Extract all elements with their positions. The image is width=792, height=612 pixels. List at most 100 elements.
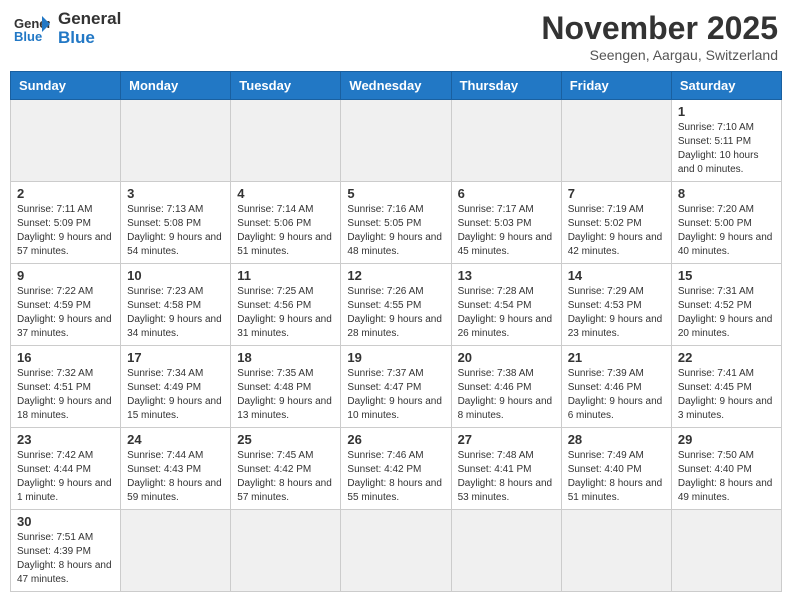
day-number: 15 <box>678 268 775 283</box>
day-number: 14 <box>568 268 665 283</box>
calendar-cell: 13Sunrise: 7:28 AM Sunset: 4:54 PM Dayli… <box>451 264 561 346</box>
day-info: Sunrise: 7:20 AM Sunset: 5:00 PM Dayligh… <box>678 203 775 259</box>
day-number: 18 <box>237 350 334 365</box>
day-number: 7 <box>568 186 665 201</box>
day-info: Sunrise: 7:19 AM Sunset: 5:02 PM Dayligh… <box>568 203 665 259</box>
calendar-cell: 9 Sunrise: 7:22 AM Sunset: 4:59 PM Daylig… <box>11 264 121 346</box>
calendar-cell: 18 Sunrise: 7:35 AM Sunset: 4:48 PM Dayli… <box>231 346 341 428</box>
calendar-cell: 6 Sunrise: 7:17 AM Sunset: 5:03 PM Daylig… <box>451 182 561 264</box>
location-title: Seengen, Aargau, Switzerland <box>541 47 778 63</box>
day-header-saturday: Saturday <box>671 72 781 100</box>
svg-text:Blue: Blue <box>14 29 42 44</box>
calendar-cell: 7 Sunrise: 7:19 AM Sunset: 5:02 PM Daylig… <box>561 182 671 264</box>
week-row-0: 1 Sunrise: 7:10 AM Sunset: 5:11 PM Daylig… <box>11 100 782 182</box>
logo-general: General <box>58 10 121 29</box>
day-info: Sunrise: 7:25 AM Sunset: 4:56 PM Dayligh… <box>237 285 334 341</box>
day-number: 11 <box>237 268 334 283</box>
day-header-thursday: Thursday <box>451 72 561 100</box>
calendar-cell <box>671 510 781 592</box>
day-number: 2 <box>17 186 114 201</box>
day-number: 17 <box>127 350 224 365</box>
calendar-cell: 4 Sunrise: 7:14 AM Sunset: 5:06 PM Daylig… <box>231 182 341 264</box>
days-header-row: SundayMondayTuesdayWednesdayThursdayFrid… <box>11 72 782 100</box>
day-info: Sunrise: 7:50 AM Sunset: 4:40 PM Dayligh… <box>678 449 775 505</box>
calendar-cell: 15Sunrise: 7:31 AM Sunset: 4:52 PM Dayli… <box>671 264 781 346</box>
day-info: Sunrise: 7:32 AM Sunset: 4:51 PM Dayligh… <box>17 367 114 423</box>
calendar-cell: 29Sunrise: 7:50 AM Sunset: 4:40 PM Dayli… <box>671 428 781 510</box>
calendar-cell: 21Sunrise: 7:39 AM Sunset: 4:46 PM Dayli… <box>561 346 671 428</box>
calendar-cell: 25 Sunrise: 7:45 AM Sunset: 4:42 PM Dayli… <box>231 428 341 510</box>
day-info: Sunrise: 7:39 AM Sunset: 4:46 PM Dayligh… <box>568 367 665 423</box>
day-info: Sunrise: 7:37 AM Sunset: 4:47 PM Dayligh… <box>347 367 444 423</box>
calendar-cell: 12 Sunrise: 7:26 AM Sunset: 4:55 PM Dayli… <box>341 264 451 346</box>
day-number: 28 <box>568 432 665 447</box>
day-info: Sunrise: 7:35 AM Sunset: 4:48 PM Dayligh… <box>237 367 334 423</box>
day-number: 1 <box>678 104 775 119</box>
title-area: November 2025 Seengen, Aargau, Switzerla… <box>541 10 778 63</box>
day-number: 25 <box>237 432 334 447</box>
day-info: Sunrise: 7:45 AM Sunset: 4:42 PM Dayligh… <box>237 449 334 505</box>
calendar-cell <box>341 510 451 592</box>
day-number: 12 <box>347 268 444 283</box>
day-header-friday: Friday <box>561 72 671 100</box>
calendar-cell: 2 Sunrise: 7:11 AM Sunset: 5:09 PM Daylig… <box>11 182 121 264</box>
calendar-cell: 26Sunrise: 7:46 AM Sunset: 4:42 PM Dayli… <box>341 428 451 510</box>
day-number: 6 <box>458 186 555 201</box>
day-header-sunday: Sunday <box>11 72 121 100</box>
day-info: Sunrise: 7:16 AM Sunset: 5:05 PM Dayligh… <box>347 203 444 259</box>
day-info: Sunrise: 7:38 AM Sunset: 4:46 PM Dayligh… <box>458 367 555 423</box>
day-number: 23 <box>17 432 114 447</box>
day-number: 20 <box>458 350 555 365</box>
calendar-cell: 24Sunrise: 7:44 AM Sunset: 4:43 PM Dayli… <box>121 428 231 510</box>
day-number: 8 <box>678 186 775 201</box>
day-info: Sunrise: 7:23 AM Sunset: 4:58 PM Dayligh… <box>127 285 224 341</box>
calendar-cell: 20 Sunrise: 7:38 AM Sunset: 4:46 PM Dayli… <box>451 346 561 428</box>
month-title: November 2025 <box>541 10 778 47</box>
day-number: 16 <box>17 350 114 365</box>
day-info: Sunrise: 7:14 AM Sunset: 5:06 PM Dayligh… <box>237 203 334 259</box>
calendar-cell <box>121 100 231 182</box>
calendar-cell: 1 Sunrise: 7:10 AM Sunset: 5:11 PM Daylig… <box>671 100 781 182</box>
day-number: 22 <box>678 350 775 365</box>
calendar-cell: 27Sunrise: 7:48 AM Sunset: 4:41 PM Dayli… <box>451 428 561 510</box>
day-info: Sunrise: 7:42 AM Sunset: 4:44 PM Dayligh… <box>17 449 114 505</box>
calendar-cell: 10Sunrise: 7:23 AM Sunset: 4:58 PM Dayli… <box>121 264 231 346</box>
day-info: Sunrise: 7:49 AM Sunset: 4:40 PM Dayligh… <box>568 449 665 505</box>
week-row-3: 16 Sunrise: 7:32 AM Sunset: 4:51 PM Dayli… <box>11 346 782 428</box>
day-info: Sunrise: 7:44 AM Sunset: 4:43 PM Dayligh… <box>127 449 224 505</box>
day-number: 27 <box>458 432 555 447</box>
day-info: Sunrise: 7:17 AM Sunset: 5:03 PM Dayligh… <box>458 203 555 259</box>
day-info: Sunrise: 7:13 AM Sunset: 5:08 PM Dayligh… <box>127 203 224 259</box>
calendar-cell <box>231 100 341 182</box>
day-info: Sunrise: 7:10 AM Sunset: 5:11 PM Dayligh… <box>678 121 775 177</box>
calendar-cell: 5 Sunrise: 7:16 AM Sunset: 5:05 PM Daylig… <box>341 182 451 264</box>
logo-icon: General Blue <box>14 14 50 44</box>
calendar-cell <box>231 510 341 592</box>
calendar-cell <box>11 100 121 182</box>
calendar-cell: 14 Sunrise: 7:29 AM Sunset: 4:53 PM Dayli… <box>561 264 671 346</box>
calendar-cell: 8 Sunrise: 7:20 AM Sunset: 5:00 PM Daylig… <box>671 182 781 264</box>
calendar-cell: 22Sunrise: 7:41 AM Sunset: 4:45 PM Dayli… <box>671 346 781 428</box>
day-number: 9 <box>17 268 114 283</box>
calendar-cell: 19Sunrise: 7:37 AM Sunset: 4:47 PM Dayli… <box>341 346 451 428</box>
day-info: Sunrise: 7:26 AM Sunset: 4:55 PM Dayligh… <box>347 285 444 341</box>
calendar-cell <box>561 510 671 592</box>
calendar-cell <box>451 510 561 592</box>
calendar-cell <box>451 100 561 182</box>
day-header-wednesday: Wednesday <box>341 72 451 100</box>
calendar-cell: 11 Sunrise: 7:25 AM Sunset: 4:56 PM Dayli… <box>231 264 341 346</box>
calendar-cell: 3Sunrise: 7:13 AM Sunset: 5:08 PM Daylig… <box>121 182 231 264</box>
calendar-cell: 23 Sunrise: 7:42 AM Sunset: 4:44 PM Dayli… <box>11 428 121 510</box>
logo: General Blue General Blue <box>14 10 121 47</box>
calendar-cell: 30Sunrise: 7:51 AM Sunset: 4:39 PM Dayli… <box>11 510 121 592</box>
day-number: 5 <box>347 186 444 201</box>
day-info: Sunrise: 7:29 AM Sunset: 4:53 PM Dayligh… <box>568 285 665 341</box>
calendar-cell <box>561 100 671 182</box>
day-info: Sunrise: 7:11 AM Sunset: 5:09 PM Dayligh… <box>17 203 114 259</box>
day-number: 13 <box>458 268 555 283</box>
day-info: Sunrise: 7:22 AM Sunset: 4:59 PM Dayligh… <box>17 285 114 341</box>
day-header-tuesday: Tuesday <box>231 72 341 100</box>
day-info: Sunrise: 7:46 AM Sunset: 4:42 PM Dayligh… <box>347 449 444 505</box>
day-info: Sunrise: 7:34 AM Sunset: 4:49 PM Dayligh… <box>127 367 224 423</box>
day-number: 4 <box>237 186 334 201</box>
